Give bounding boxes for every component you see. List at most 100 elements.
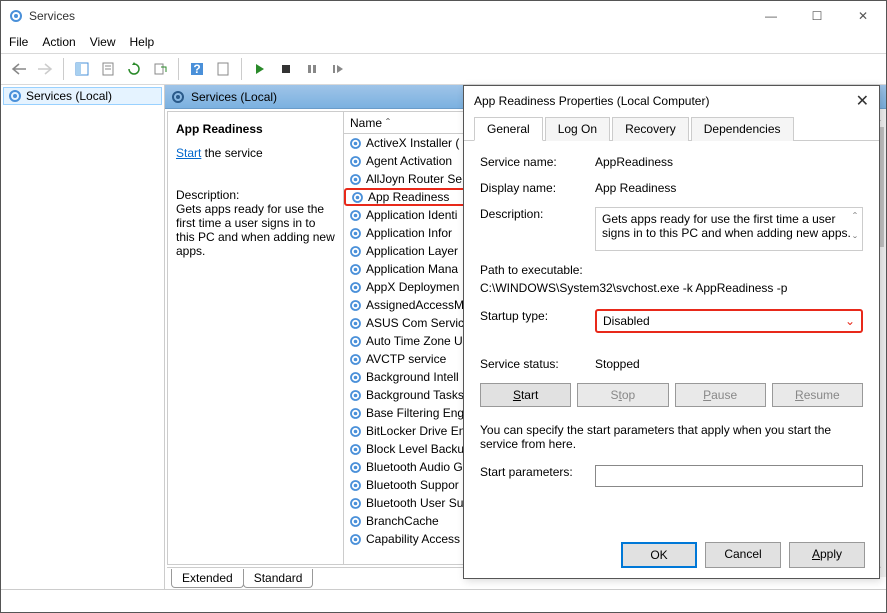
titlebar: Services — ☐ ✕: [1, 1, 886, 31]
tab-standard[interactable]: Standard: [243, 569, 314, 588]
maximize-button[interactable]: ☐: [794, 1, 840, 31]
back-button[interactable]: [7, 57, 31, 81]
gear-icon: [348, 280, 362, 294]
tab-dependencies[interactable]: Dependencies: [691, 117, 794, 141]
pause-button: Pause: [675, 383, 766, 407]
gear-icon: [171, 90, 185, 104]
gear-icon: [348, 478, 362, 492]
tab-recovery[interactable]: Recovery: [612, 117, 689, 141]
menu-action[interactable]: Action: [42, 35, 75, 49]
gear-icon: [348, 244, 362, 258]
help2-icon[interactable]: [211, 57, 235, 81]
gear-icon: [348, 136, 362, 150]
dialog-close-button[interactable]: ✕: [856, 91, 869, 111]
tab-general[interactable]: General: [474, 117, 543, 141]
help-icon[interactable]: ?: [185, 57, 209, 81]
value-service-name: AppReadiness: [595, 155, 863, 169]
start-link[interactable]: Start: [176, 146, 201, 160]
service-name: Background Tasks: [366, 388, 464, 402]
tab-extended[interactable]: Extended: [171, 569, 244, 588]
tree-pane: Services (Local): [1, 85, 165, 589]
start-service-line: Start the service: [176, 146, 335, 160]
stop-button: Stop: [577, 383, 668, 407]
value-service-status: Stopped: [595, 357, 863, 371]
gear-icon: [348, 316, 362, 330]
menubar: File Action View Help: [1, 31, 886, 53]
service-name: Base Filtering Eng: [366, 406, 464, 420]
gear-icon: [348, 496, 362, 510]
gear-icon: [348, 514, 362, 528]
show-hide-button[interactable]: [70, 57, 94, 81]
export-icon[interactable]: [148, 57, 172, 81]
gear-icon: [348, 370, 362, 384]
start-params-input[interactable]: [595, 465, 863, 487]
tree-item-label: Services (Local): [26, 89, 112, 103]
tab-logon[interactable]: Log On: [545, 117, 610, 141]
service-name: Agent Activation: [366, 154, 452, 168]
description-label: Description:: [176, 188, 335, 202]
forward-button[interactable]: [33, 57, 57, 81]
toolbar: ?: [1, 53, 886, 85]
service-name: Background Intell: [366, 370, 459, 384]
ok-button[interactable]: OK: [621, 542, 697, 568]
svg-text:?: ?: [193, 62, 200, 76]
label-service-status: Service status:: [480, 357, 595, 371]
cancel-button[interactable]: Cancel: [705, 542, 781, 568]
description-pane: App Readiness Start the service Descript…: [168, 112, 343, 564]
sort-asc-icon: ˆ: [386, 116, 390, 130]
service-name: Bluetooth User Su: [366, 496, 463, 510]
service-name: Bluetooth Audio G: [366, 460, 463, 474]
properties-icon[interactable]: [96, 57, 120, 81]
chevron-down-icon: ⌄: [845, 314, 855, 328]
service-name: ActiveX Installer (: [366, 136, 459, 150]
service-name: AppX Deploymen: [366, 280, 459, 294]
window-title: Services: [29, 9, 75, 23]
service-name: Application Infor: [366, 226, 452, 240]
value-path: C:\WINDOWS\System32\svchost.exe -k AppRe…: [480, 281, 863, 295]
service-name: App Readiness: [368, 190, 449, 204]
gear-icon: [348, 406, 362, 420]
apply-button[interactable]: Apply: [789, 542, 865, 568]
menu-file[interactable]: File: [9, 35, 28, 49]
chevron-up-icon[interactable]: ˆ: [853, 210, 857, 224]
refresh-icon[interactable]: [122, 57, 146, 81]
service-name: Auto Time Zone U: [366, 334, 463, 348]
service-name: Application Identi: [366, 208, 457, 222]
label-service-name: Service name:: [480, 155, 595, 169]
label-startup-type: Startup type:: [480, 309, 595, 323]
pause-icon[interactable]: [300, 57, 324, 81]
minimize-button[interactable]: —: [748, 1, 794, 31]
description-text: Gets apps ready for use the first time a…: [176, 202, 335, 258]
chevron-down-icon[interactable]: ˇ: [853, 234, 857, 248]
resume-button: Resume: [772, 383, 863, 407]
gear-icon: [348, 442, 362, 456]
stop-icon[interactable]: [274, 57, 298, 81]
gear-icon: [348, 208, 362, 222]
menu-view[interactable]: View: [90, 35, 116, 49]
startup-type-select[interactable]: Disabled ⌄: [595, 309, 863, 333]
service-name: AllJoyn Router Se: [366, 172, 462, 186]
properties-dialog: App Readiness Properties (Local Computer…: [463, 85, 880, 579]
label-start-params: Start parameters:: [480, 465, 595, 479]
service-name: Application Layer: [366, 244, 458, 258]
service-name: ASUS Com Service: [366, 316, 471, 330]
close-button[interactable]: ✕: [840, 1, 886, 31]
dialog-tabs: General Log On Recovery Dependencies: [464, 116, 879, 141]
gear-icon: [348, 532, 362, 546]
gear-icon: [348, 298, 362, 312]
pane-header-title: Services (Local): [191, 90, 277, 104]
service-name: Block Level Backu: [366, 442, 464, 456]
selected-service-name: App Readiness: [176, 122, 335, 136]
app-icon: [9, 9, 23, 23]
service-name: AssignedAccessM: [366, 298, 464, 312]
gear-icon: [348, 460, 362, 474]
label-path: Path to executable:: [480, 263, 863, 277]
gear-icon: [348, 388, 362, 402]
start-button[interactable]: Start: [480, 383, 571, 407]
menu-help[interactable]: Help: [130, 35, 155, 49]
restart-icon[interactable]: [326, 57, 350, 81]
service-name: BitLocker Drive En: [366, 424, 465, 438]
tree-item-services-local[interactable]: Services (Local): [3, 87, 162, 105]
play-icon[interactable]: [248, 57, 272, 81]
gear-icon: [348, 424, 362, 438]
